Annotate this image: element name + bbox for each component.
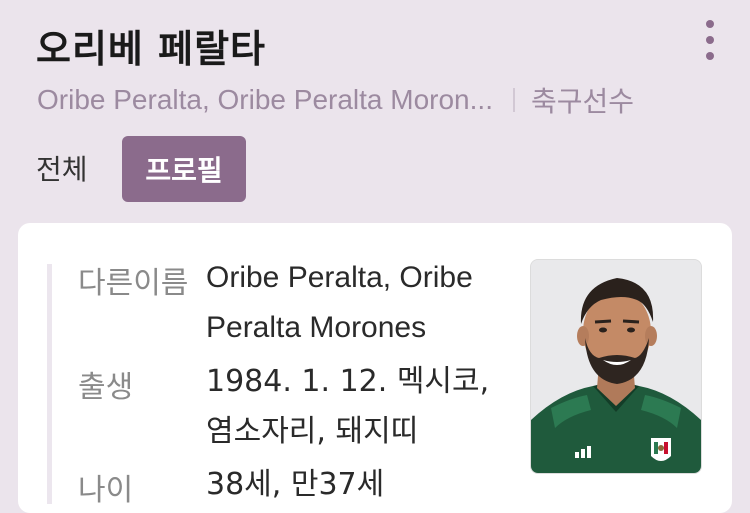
- category-label: 축구선수: [530, 85, 635, 118]
- player-photo[interactable]: [530, 259, 702, 474]
- card-rule: [47, 264, 52, 504]
- divider: [512, 88, 515, 112]
- birth-label: 출생: [78, 370, 134, 405]
- age-label: 나이: [78, 473, 134, 508]
- kebab-dot: [706, 20, 714, 28]
- tab-all[interactable]: 전체: [36, 148, 88, 188]
- birth-value: 1984. 1. 12. 멕시코, 염소자리, 돼지띠: [206, 364, 490, 449]
- other-names[interactable]: Oribe Peralta, Oribe Peralta Moron...: [37, 84, 493, 116]
- kebab-dot: [706, 36, 714, 44]
- alias-label: 다른이름: [78, 266, 189, 301]
- alias-value: Oribe Peralta, Oribe Peralta Morones: [206, 261, 473, 344]
- player-portrait-image: [531, 260, 701, 473]
- subtitle-row: Oribe Peralta, Oribe Peralta Moron... 축구…: [37, 82, 634, 118]
- kebab-dot: [706, 52, 714, 60]
- tab-profile[interactable]: 프로필: [122, 136, 246, 202]
- more-options-icon[interactable]: [700, 20, 720, 60]
- age-value: 38세, 만37세: [206, 467, 385, 502]
- page-title: 오리베 페랄타: [36, 27, 266, 71]
